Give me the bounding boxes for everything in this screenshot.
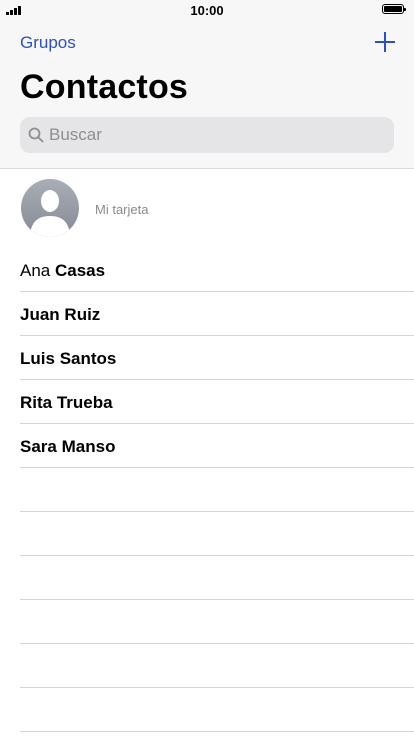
contact-row[interactable]: Ana Casas bbox=[20, 248, 414, 292]
search-icon bbox=[28, 127, 44, 143]
status-bar: 10:00 bbox=[0, 0, 414, 20]
contact-first-name: Rita bbox=[20, 393, 53, 412]
contact-name: Rita Trueba bbox=[20, 393, 113, 413]
search-input[interactable] bbox=[49, 117, 379, 153]
contact-last-name: Trueba bbox=[56, 393, 113, 412]
contact-last-name: Casas bbox=[54, 261, 106, 280]
empty-row-divider bbox=[20, 468, 414, 512]
empty-row-divider bbox=[20, 512, 414, 556]
add-contact-button[interactable] bbox=[374, 31, 396, 53]
contact-row[interactable]: Juan Ruiz bbox=[20, 292, 414, 336]
search-bar[interactable] bbox=[20, 117, 394, 153]
contact-row[interactable]: Luis Santos bbox=[20, 336, 414, 380]
avatar bbox=[20, 178, 80, 238]
contact-name: Juan Ruiz bbox=[20, 305, 100, 325]
empty-row-divider bbox=[20, 688, 414, 732]
contact-last-name: Ruiz bbox=[64, 305, 101, 324]
contact-first-name: Sara bbox=[20, 437, 57, 456]
contact-name: Luis Santos bbox=[20, 349, 116, 369]
navigation-header: Grupos Contactos bbox=[0, 20, 414, 169]
contact-name: Sara Manso bbox=[20, 437, 115, 457]
contact-first-name: Luis bbox=[20, 349, 55, 368]
contact-last-name: Santos bbox=[59, 349, 117, 368]
contact-row[interactable]: Rita Trueba bbox=[20, 380, 414, 424]
my-card[interactable]: Mi tarjeta bbox=[20, 178, 414, 238]
contact-first-name: Juan bbox=[20, 305, 60, 324]
empty-row-divider bbox=[20, 600, 414, 644]
empty-row-divider bbox=[20, 644, 414, 688]
battery-icon bbox=[382, 4, 406, 14]
contact-last-name: Manso bbox=[61, 437, 116, 456]
empty-row-divider bbox=[20, 556, 414, 600]
contact-row[interactable]: Sara Manso bbox=[20, 424, 414, 468]
contact-list: Ana Casas Juan Ruiz Luis Santos Rita Tru… bbox=[0, 248, 414, 732]
status-time: 10:00 bbox=[190, 3, 224, 18]
groups-button[interactable]: Grupos bbox=[20, 33, 76, 53]
contact-first-name: Ana bbox=[20, 261, 51, 280]
contact-name: Ana Casas bbox=[20, 261, 105, 281]
page-title: Contactos bbox=[20, 68, 189, 106]
my-card-label: Mi tarjeta bbox=[95, 202, 149, 217]
